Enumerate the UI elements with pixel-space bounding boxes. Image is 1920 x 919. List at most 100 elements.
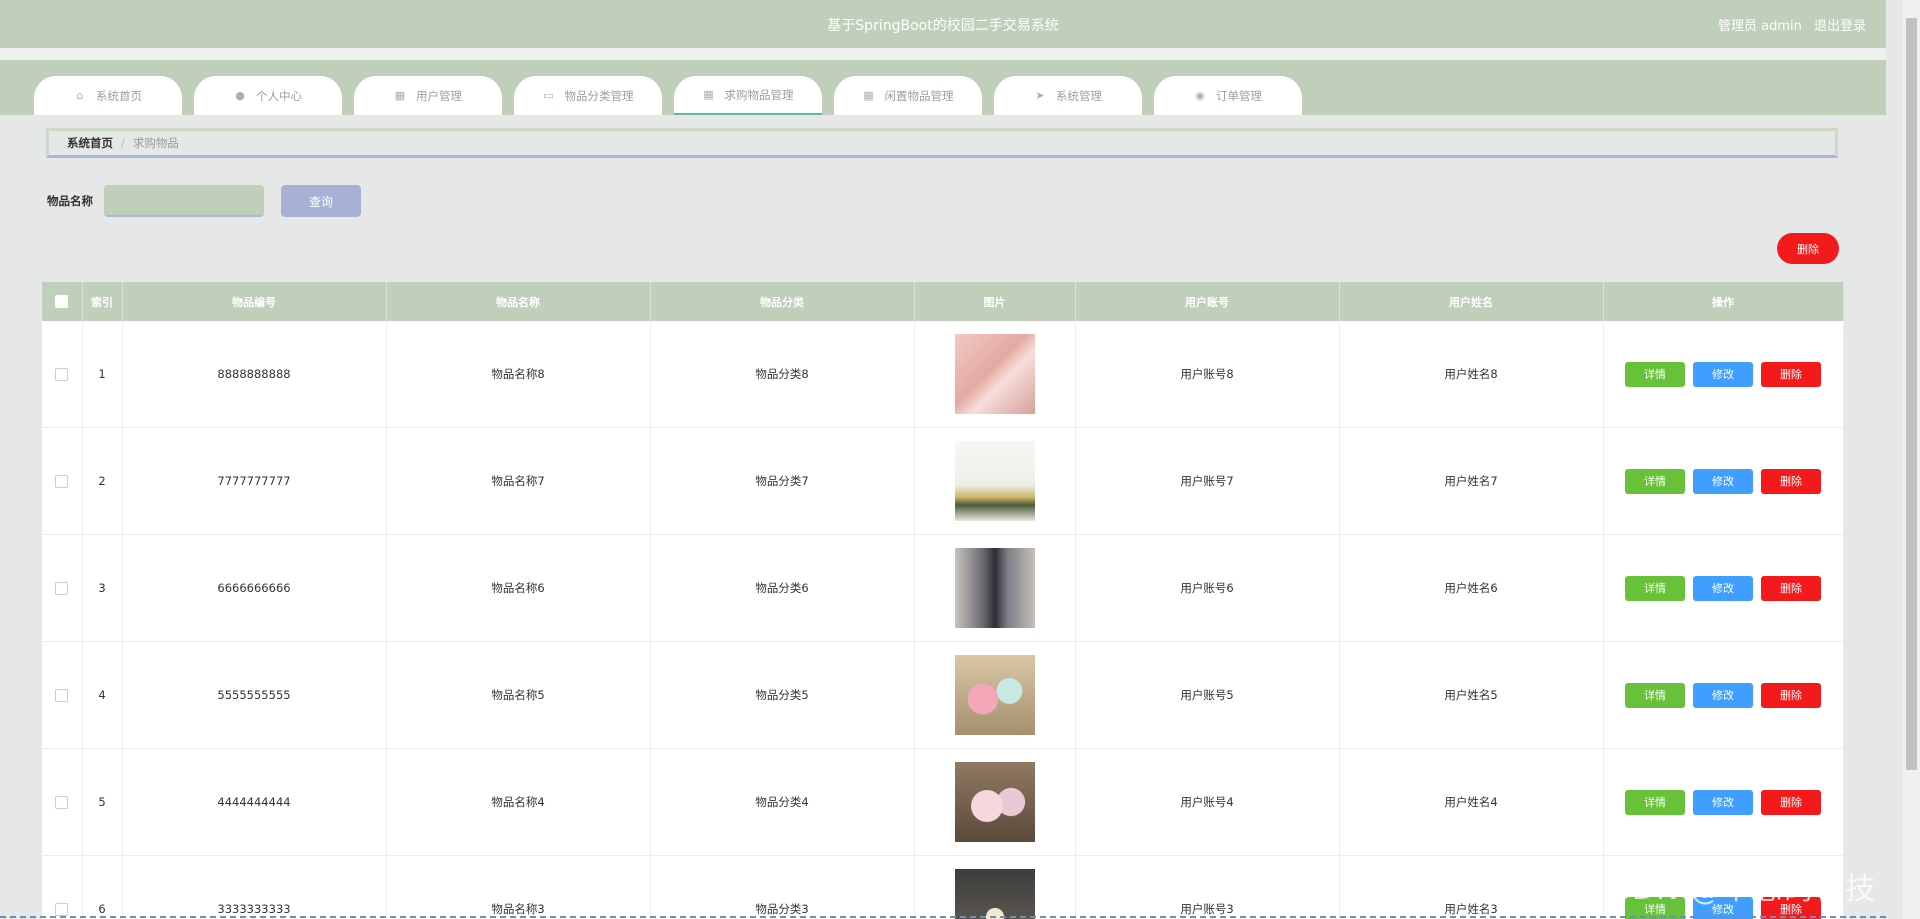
tab-category-management[interactable]: ▭ 物品分类管理 <box>514 76 662 115</box>
search-button[interactable]: 查询 <box>281 185 361 217</box>
edit-button[interactable]: 修改 <box>1693 468 1753 494</box>
logout-link[interactable]: 退出登录 <box>1814 19 1866 34</box>
detail-button[interactable]: 详情 <box>1625 468 1685 494</box>
edit-button[interactable]: 修改 <box>1693 682 1753 708</box>
row-checkbox[interactable] <box>55 582 69 595</box>
item-category-cell: 物品分类7 <box>650 427 915 535</box>
image-cell <box>914 748 1076 856</box>
header-divider <box>0 48 1886 60</box>
tab-wanted-items[interactable]: ▦ 求购物品管理 <box>674 76 822 115</box>
home-icon: ⌂ <box>76 88 84 102</box>
tab-label: 求购物品管理 <box>724 87 794 102</box>
item-code-cell: 4444444444 <box>122 748 387 856</box>
row-select-cell <box>42 321 83 428</box>
index-cell: 4 <box>82 641 123 749</box>
tab-label: 订单管理 <box>1216 88 1262 103</box>
row-select-cell <box>42 748 83 856</box>
grid-icon: ▦ <box>703 87 714 101</box>
index-cell: 6 <box>82 855 123 919</box>
edit-button[interactable]: 修改 <box>1693 361 1753 387</box>
column-header: 用户账号 <box>1075 282 1340 321</box>
row-checkbox[interactable] <box>55 903 69 916</box>
column-header: 操作 <box>1603 282 1844 321</box>
edit-button[interactable]: 修改 <box>1693 789 1753 815</box>
row-checkbox[interactable] <box>55 368 69 381</box>
actions-cell: 详情 修改 删除 <box>1603 321 1844 428</box>
tab-order-management[interactable]: ◉ 订单管理 <box>1154 76 1302 115</box>
table-row: 4 5555555555 物品名称5 物品分类5 用户账号5 用户姓名5 详情 … <box>42 641 1844 749</box>
row-select-cell <box>42 641 83 749</box>
tab-system-management[interactable]: ➤ 系统管理 <box>994 76 1142 115</box>
grid-icon: ▦ <box>863 88 874 102</box>
item-category-cell: 物品分类5 <box>650 641 915 749</box>
user-icon: ● <box>235 88 245 102</box>
tab-label: 闲置物品管理 <box>884 88 954 103</box>
detail-button[interactable]: 详情 <box>1625 361 1685 387</box>
user-area: 管理员 admin 退出登录 <box>1710 15 1866 34</box>
row-checkbox[interactable] <box>55 475 69 488</box>
table-row: 1 8888888888 物品名称8 物品分类8 用户账号8 用户姓名8 详情 … <box>42 321 1844 428</box>
detail-button[interactable]: 详情 <box>1625 682 1685 708</box>
actions-cell: 详情 修改 删除 <box>1603 534 1844 642</box>
current-user-label: 管理员 admin <box>1717 19 1802 34</box>
breadcrumb-home[interactable]: 系统首页 <box>67 135 113 151</box>
delete-button[interactable]: 删除 <box>1761 789 1821 815</box>
grid-icon: ▦ <box>394 88 406 102</box>
actions-cell: 详情 修改 删除 <box>1603 641 1844 749</box>
row-checkbox[interactable] <box>55 796 69 809</box>
column-header: 物品分类 <box>650 282 915 321</box>
tab-idle-items[interactable]: ▦ 闲置物品管理 <box>834 76 982 115</box>
scrollbar-thumb[interactable] <box>1906 18 1917 770</box>
table-row: 6 3333333333 物品名称3 物品分类3 用户账号3 用户姓名3 详情 … <box>42 855 1844 919</box>
row-select-cell <box>42 534 83 642</box>
batch-delete-button[interactable]: 删除 <box>1777 233 1839 264</box>
row-checkbox[interactable] <box>55 689 69 702</box>
column-header: 索引 <box>82 282 123 321</box>
edit-button[interactable]: 修改 <box>1693 575 1753 601</box>
user-name-cell: 用户姓名6 <box>1339 534 1604 642</box>
column-header: 物品名称 <box>386 282 651 321</box>
index-cell: 3 <box>82 534 123 642</box>
select-all-cell <box>42 282 83 321</box>
image-cell <box>914 641 1076 749</box>
user-account-cell: 用户账号5 <box>1075 641 1340 749</box>
watermark-text: CSDN @千思码科技 <box>1590 872 1877 907</box>
tab-personal-center[interactable]: ● 个人中心 <box>194 76 342 115</box>
item-name-cell: 物品名称6 <box>386 534 651 642</box>
item-name-cell: 物品名称7 <box>386 427 651 535</box>
item-thumbnail[interactable] <box>954 655 1035 735</box>
item-thumbnail[interactable] <box>954 869 1035 919</box>
delete-button[interactable]: 删除 <box>1761 468 1821 494</box>
item-name-search-input[interactable] <box>104 185 264 217</box>
user-account-cell: 用户账号7 <box>1075 427 1340 535</box>
item-code-cell: 3333333333 <box>122 855 387 919</box>
detail-button[interactable]: 详情 <box>1625 789 1685 815</box>
wanted-items-table: 索引 物品编号 物品名称 物品分类 图片 用户账号 用户姓名 操作 1 8888… <box>42 282 1844 919</box>
item-thumbnail[interactable] <box>954 762 1035 842</box>
tab-label: 用户管理 <box>416 88 462 103</box>
user-account-cell: 用户账号6 <box>1075 534 1340 642</box>
table-row: 2 7777777777 物品名称7 物品分类7 用户账号7 用户姓名7 详情 … <box>42 427 1844 535</box>
item-name-cell: 物品名称8 <box>386 321 651 428</box>
item-code-cell: 7777777777 <box>122 427 387 535</box>
user-name-cell: 用户姓名7 <box>1339 427 1604 535</box>
item-thumbnail[interactable] <box>954 334 1035 414</box>
item-name-cell: 物品名称4 <box>386 748 651 856</box>
delete-button[interactable]: 删除 <box>1761 575 1821 601</box>
user-account-cell: 用户账号8 <box>1075 321 1340 428</box>
delete-button[interactable]: 删除 <box>1761 361 1821 387</box>
search-label: 物品名称 <box>47 194 93 208</box>
detail-button[interactable]: 详情 <box>1625 575 1685 601</box>
item-thumbnail[interactable] <box>954 548 1035 628</box>
tab-user-management[interactable]: ▦ 用户管理 <box>354 76 502 115</box>
tab-label: 物品分类管理 <box>564 88 634 103</box>
vertical-scrollbar[interactable] <box>1903 0 1920 919</box>
select-all-checkbox[interactable] <box>55 295 69 309</box>
item-thumbnail[interactable] <box>954 441 1035 521</box>
index-cell: 1 <box>82 321 123 428</box>
tab-home[interactable]: ⌂ 系统首页 <box>34 76 182 115</box>
table-row: 3 6666666666 物品名称6 物品分类6 用户账号6 用户姓名6 详情 … <box>42 534 1844 642</box>
delete-button[interactable]: 删除 <box>1761 682 1821 708</box>
item-name-cell: 物品名称3 <box>386 855 651 919</box>
column-header: 用户姓名 <box>1339 282 1604 321</box>
